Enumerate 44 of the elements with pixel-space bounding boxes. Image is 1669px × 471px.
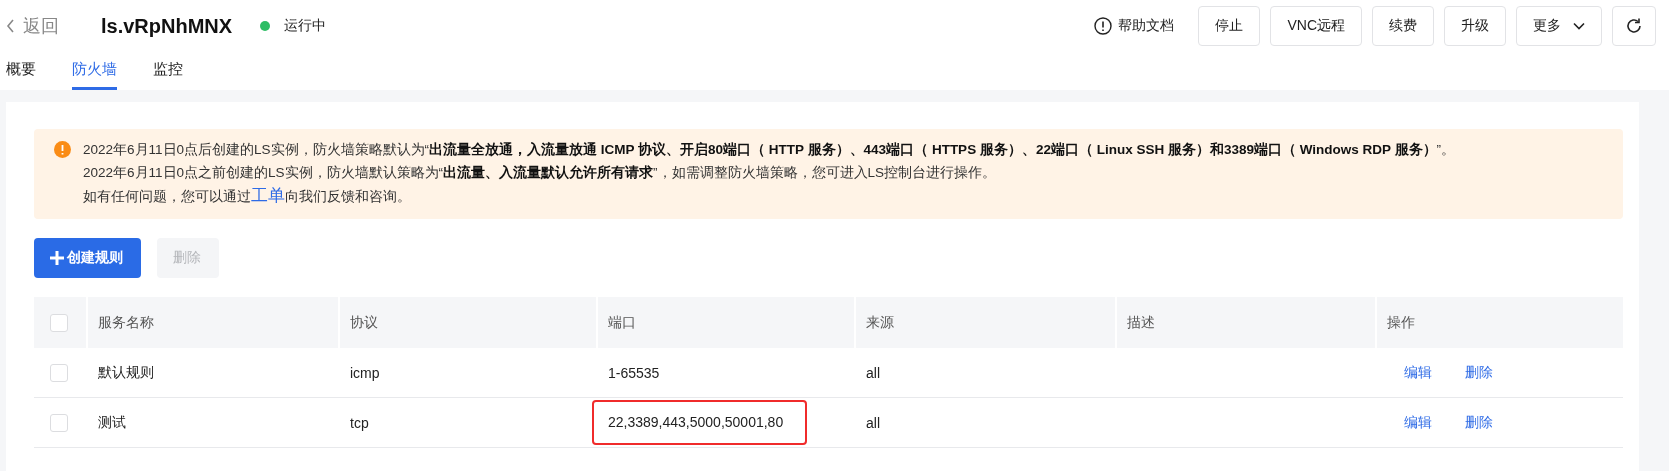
column-header: 来源 bbox=[856, 297, 1117, 348]
refresh-icon bbox=[1625, 17, 1643, 35]
edit-link[interactable]: 编辑 bbox=[1404, 363, 1432, 382]
column-header: 描述 bbox=[1117, 297, 1377, 348]
row-checkbox[interactable] bbox=[50, 363, 68, 382]
notice-text: 2022年6月11日0点之前创建的LS实例，防火墙默认策略为“出流量、入流量默认允许所有请求”，如需调整防火墙策略，您可进入LS控制台进行操作。 bbox=[83, 164, 998, 182]
toolbar-button[interactable]: 停止 bbox=[1198, 6, 1261, 46]
plus-icon bbox=[50, 251, 64, 265]
table-cell: 默认规则 bbox=[98, 363, 154, 382]
toolbar-button[interactable]: 升级 bbox=[1444, 6, 1506, 46]
notice-text: 如有任何问题，您可以通过工单向我们反馈和咨询。 bbox=[83, 185, 412, 207]
table-cell: all bbox=[866, 414, 880, 431]
chevron-down-icon bbox=[1573, 22, 1585, 30]
highlighted-port-cell: 22,3389,443,5000,50001,80 bbox=[592, 400, 808, 445]
row-checkbox[interactable] bbox=[50, 413, 68, 432]
tab[interactable]: 监控 bbox=[153, 48, 183, 90]
toolbar-button[interactable]: VNC远程 bbox=[1270, 6, 1362, 46]
column-header: 服务名称 bbox=[88, 297, 340, 348]
toolbar-button[interactable]: 续费 bbox=[1372, 6, 1434, 46]
status-label: 运行中 bbox=[284, 17, 327, 35]
table-cell: icmp bbox=[350, 364, 380, 381]
select-all-checkbox[interactable] bbox=[50, 313, 68, 332]
column-header: 端口 bbox=[598, 297, 856, 348]
info-icon bbox=[1094, 17, 1113, 35]
column-header: 协议 bbox=[340, 297, 598, 348]
table-cell: tcp bbox=[350, 414, 369, 431]
warning-icon bbox=[54, 141, 71, 158]
notice-text: 2022年6月11日0点后创建的LS实例，防火墙策略默认为“出流量全放通，入流量放通 ICMP 协议、开启80端口（ HTTP 服务）、443端口（ HTTPS 服务）、22端口（ Linux SSH 服务）和3389端口（ Windows RDP 服务）”。 bbox=[83, 141, 1456, 159]
chevron-left-icon bbox=[6, 19, 15, 33]
column-header: 操作 bbox=[1377, 297, 1623, 348]
back-link[interactable]: 返回 bbox=[6, 14, 59, 38]
delete-link[interactable]: 删除 bbox=[1465, 413, 1493, 432]
table-cell: all bbox=[866, 364, 880, 381]
edit-link[interactable]: 编辑 bbox=[1404, 413, 1432, 432]
table-cell: 测试 bbox=[98, 413, 126, 432]
delete-link[interactable]: 删除 bbox=[1465, 363, 1493, 382]
ticket-link[interactable]: 工单 bbox=[251, 186, 285, 205]
table-cell: 1-65535 bbox=[608, 364, 660, 381]
help-link[interactable]: 帮助文档 bbox=[1094, 17, 1175, 35]
refresh-button[interactable] bbox=[1612, 6, 1656, 46]
tab[interactable]: 概要 bbox=[6, 48, 36, 90]
create-rule-button[interactable]: 创建规则 bbox=[34, 238, 141, 278]
more-menu-button[interactable]: 更多 bbox=[1516, 6, 1602, 46]
instance-title: ls.vRpNhMNX bbox=[101, 14, 233, 38]
